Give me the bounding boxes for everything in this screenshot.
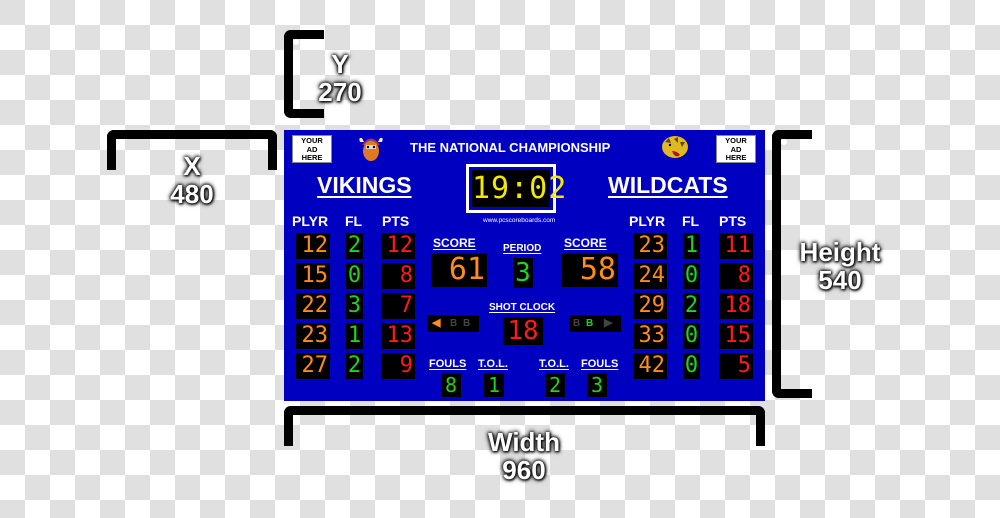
away-player-number: 23 xyxy=(633,233,667,259)
away-score-label: SCORE xyxy=(564,236,607,250)
ad-box-left: YOUR AD HERE xyxy=(292,135,332,163)
away-player-points: 8 xyxy=(719,263,753,289)
website-url: www.pcscoreboards.com xyxy=(483,217,556,224)
shot-clock-value: 18 xyxy=(503,317,543,345)
period-value: 3 xyxy=(513,258,533,288)
y-dimension-label: Y 270 xyxy=(318,49,362,107)
away-header-player: PLYR xyxy=(629,213,666,229)
home-player-points: 8 xyxy=(381,263,415,289)
away-header-fouls: FL xyxy=(682,213,700,229)
wildcat-logo-icon xyxy=(660,133,690,163)
home-player-number: 12 xyxy=(296,233,330,259)
home-player-fouls: 2 xyxy=(346,353,363,379)
x-dimension-label: X 480 xyxy=(170,151,214,209)
away-team-name: WILDCATS xyxy=(608,172,728,198)
home-player-fouls: 0 xyxy=(346,263,363,289)
home-player-points: 12 xyxy=(381,233,415,259)
away-timeouts-left: 2 xyxy=(545,373,565,397)
home-player-number: 27 xyxy=(296,353,330,379)
home-player-fouls: 1 xyxy=(346,323,363,349)
home-fouls-label: FOULS xyxy=(429,358,467,370)
home-score: 61 xyxy=(431,253,487,287)
home-player-points: 9 xyxy=(381,353,415,379)
away-player-fouls: 0 xyxy=(683,353,700,379)
home-player-points: 13 xyxy=(381,323,415,349)
home-header-player: PLYR xyxy=(292,213,329,229)
championship-title: THE NATIONAL CHAMPIONSHIP xyxy=(410,140,611,155)
period-label: PERIOD xyxy=(503,243,542,254)
away-player-fouls: 2 xyxy=(683,293,700,319)
away-possession-bonus-panel: B B ▶ xyxy=(569,315,621,332)
home-tol-label: T.O.L. xyxy=(478,358,508,370)
home-player-fouls: 2 xyxy=(346,233,363,259)
away-player-number: 29 xyxy=(633,293,667,319)
away-player-points: 11 xyxy=(719,233,753,259)
home-header-points: PTS xyxy=(382,213,410,229)
scoreboard: YOUR AD HERE THE NATIONAL CHAMPIONSHIP Y… xyxy=(284,130,765,401)
viking-logo-icon xyxy=(357,134,385,162)
ad-box-right: YOUR AD HERE xyxy=(716,135,756,163)
possession-arrow-left-icon: ◀ xyxy=(432,317,441,329)
home-possession-bonus-panel: ◀ B B xyxy=(427,315,479,332)
home-timeouts-left: 1 xyxy=(484,373,504,397)
home-player-fouls: 3 xyxy=(346,293,363,319)
away-player-points: 18 xyxy=(719,293,753,319)
away-bonus-indicator: B xyxy=(573,318,581,329)
possession-arrow-right-icon: ▶ xyxy=(604,317,613,329)
away-header-points: PTS xyxy=(719,213,747,229)
away-player-fouls: 0 xyxy=(683,263,700,289)
home-player-number: 15 xyxy=(296,263,330,289)
home-bonus-indicator: B xyxy=(450,318,458,329)
height-dimension-label: Height 540 xyxy=(799,237,881,295)
away-score: 58 xyxy=(562,253,618,287)
away-player-number: 42 xyxy=(633,353,667,379)
home-header-fouls: FL xyxy=(345,213,363,229)
game-clock: 19:02 xyxy=(472,170,568,207)
game-clock-frame: 19:02 xyxy=(466,164,568,213)
home-team-fouls: 8 xyxy=(441,373,461,397)
away-player-number: 33 xyxy=(633,323,667,349)
away-player-points: 5 xyxy=(719,353,753,379)
away-fouls-label: FOULS xyxy=(581,358,619,370)
home-player-points: 7 xyxy=(381,293,415,319)
shot-clock-label: SHOT CLOCK xyxy=(489,302,556,313)
away-player-fouls: 1 xyxy=(683,233,700,259)
home-double-bonus-indicator: B xyxy=(463,318,471,329)
away-player-points: 15 xyxy=(719,323,753,349)
home-player-number: 23 xyxy=(296,323,330,349)
home-score-label: SCORE xyxy=(433,236,476,250)
away-tol-label: T.O.L. xyxy=(539,358,569,370)
width-dimension-label: Width 960 xyxy=(488,427,560,485)
away-player-fouls: 0 xyxy=(683,323,700,349)
away-player-number: 24 xyxy=(633,263,667,289)
home-team-name: VIKINGS xyxy=(317,172,412,198)
away-team-fouls: 3 xyxy=(587,373,607,397)
away-double-bonus-indicator: B xyxy=(586,318,594,329)
home-player-number: 22 xyxy=(296,293,330,319)
